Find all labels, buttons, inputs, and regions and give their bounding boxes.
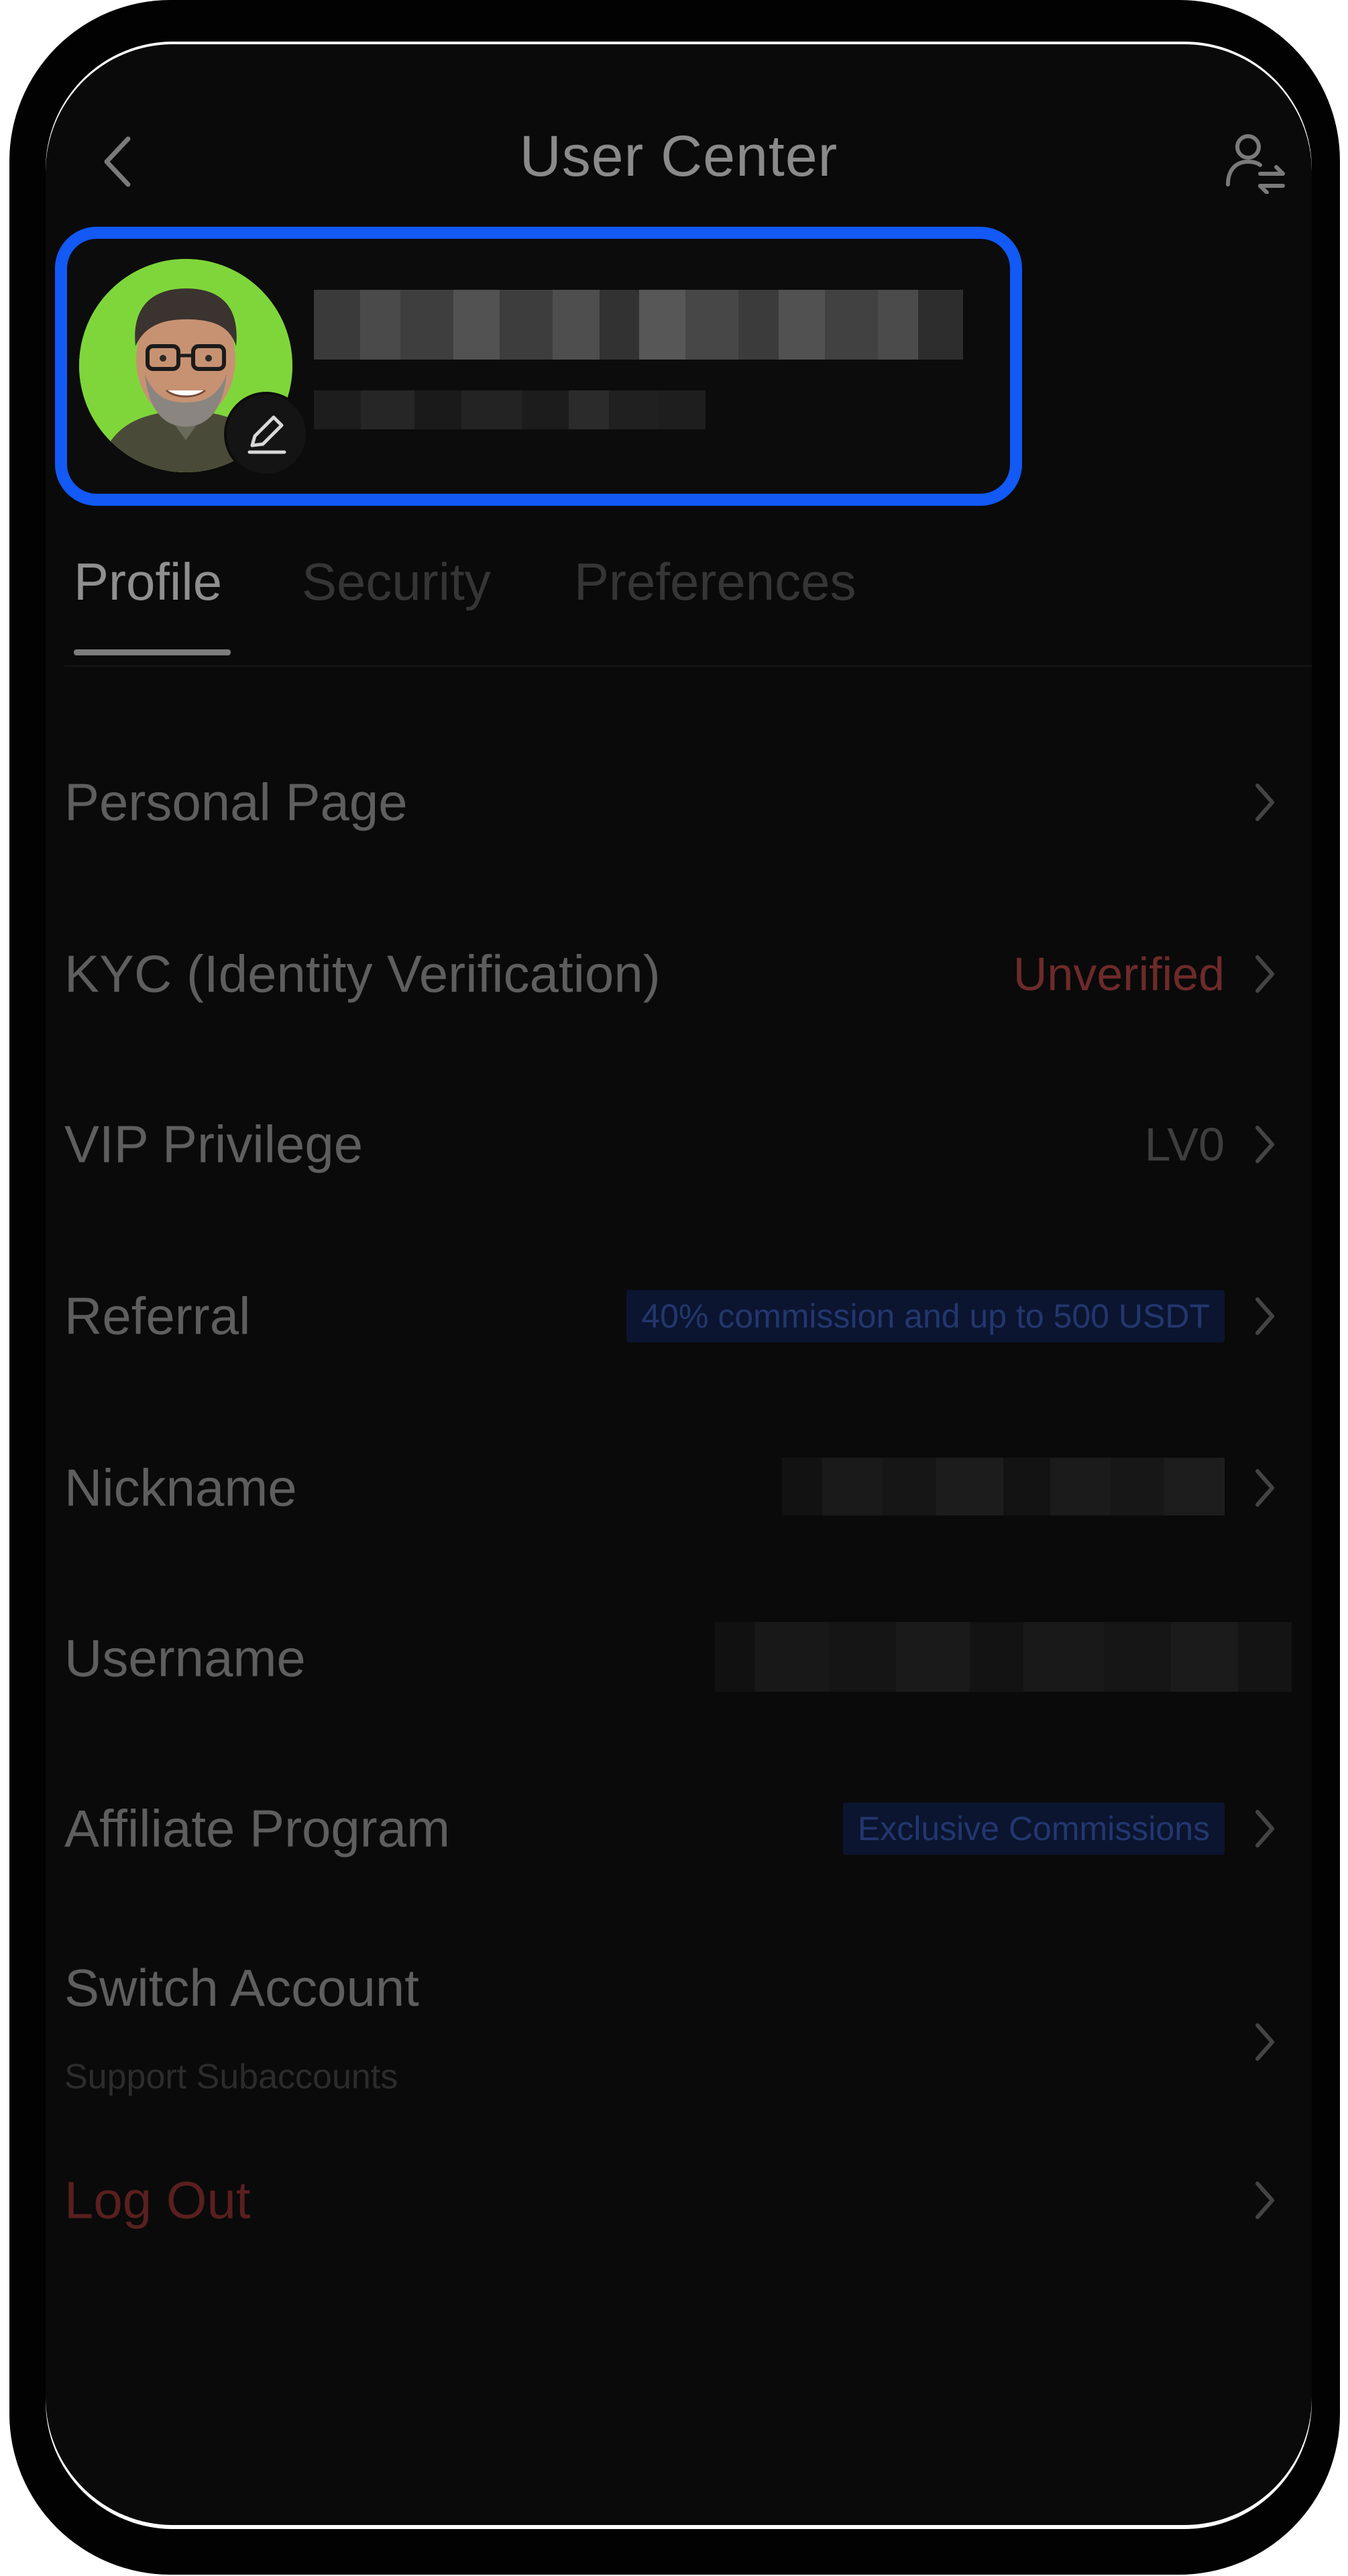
row-affiliate-program[interactable]: Affiliate Program Exclusive Commissions bbox=[64, 1762, 1278, 1896]
vip-level: LV0 bbox=[1144, 1118, 1225, 1171]
chevron-right-icon bbox=[1251, 2019, 1278, 2065]
row-username[interactable]: Username bbox=[64, 1591, 1292, 1725]
chevron-right-icon bbox=[1251, 2177, 1278, 2224]
side-button bbox=[9, 342, 24, 449]
tab-security[interactable]: Security bbox=[302, 551, 491, 612]
pencil-icon bbox=[247, 415, 286, 454]
kyc-label: KYC (Identity Verification) bbox=[64, 944, 661, 1004]
log-out-label: Log Out bbox=[64, 2170, 251, 2230]
tab-profile[interactable]: Profile bbox=[74, 551, 222, 612]
volume-down-button bbox=[9, 771, 24, 946]
tab-preferences[interactable]: Preferences bbox=[574, 551, 856, 612]
row-switch-account[interactable]: Switch Account Support Subaccounts bbox=[64, 1957, 1278, 2118]
referral-promo-badge: 40% commission and up to 500 USDT bbox=[626, 1290, 1225, 1342]
chevron-right-icon bbox=[1251, 1464, 1278, 1511]
phone-screen: User Center Profile Security Preferences… bbox=[46, 42, 1312, 2529]
row-kyc[interactable]: KYC (Identity Verification) Unverified bbox=[64, 907, 1278, 1041]
row-log-out[interactable]: Log Out bbox=[64, 2133, 1278, 2267]
user-switch-icon bbox=[1226, 134, 1285, 194]
profile-tabs: Profile Security Preferences bbox=[64, 551, 1312, 667]
redacted-username bbox=[715, 1622, 1305, 1692]
chevron-right-icon bbox=[1251, 1121, 1278, 1168]
active-tab-indicator bbox=[74, 649, 231, 655]
volume-up-button bbox=[9, 530, 24, 708]
app-screen: User Center Profile Security Preferences… bbox=[46, 44, 1312, 2525]
edit-avatar-button[interactable] bbox=[224, 392, 308, 476]
username-label: Username bbox=[64, 1628, 306, 1688]
row-nickname[interactable]: Nickname bbox=[64, 1421, 1278, 1555]
switch-account-label: Switch Account bbox=[64, 1958, 419, 2017]
chevron-right-icon bbox=[1251, 779, 1278, 826]
power-button bbox=[1324, 604, 1340, 906]
redacted-display-name bbox=[314, 290, 964, 360]
profile-card[interactable] bbox=[55, 227, 1022, 506]
switch-user-button[interactable] bbox=[1218, 125, 1292, 199]
page-title: User Center bbox=[519, 124, 838, 189]
chevron-right-icon bbox=[1251, 951, 1278, 998]
redacted-nickname bbox=[782, 1458, 1225, 1515]
personal-page-label: Personal Page bbox=[64, 772, 408, 832]
row-vip-privilege[interactable]: VIP Privilege LV0 bbox=[64, 1077, 1278, 1212]
row-referral[interactable]: Referral 40% commission and up to 500 US… bbox=[64, 1249, 1278, 1383]
affiliate-label: Affiliate Program bbox=[64, 1799, 451, 1858]
redacted-user-id bbox=[314, 390, 706, 429]
nickname-label: Nickname bbox=[64, 1458, 297, 1517]
kyc-status: Unverified bbox=[1013, 948, 1225, 1000]
affiliate-badge: Exclusive Commissions bbox=[842, 1803, 1225, 1855]
vip-label: VIP Privilege bbox=[64, 1114, 363, 1174]
chevron-right-icon bbox=[1251, 1293, 1278, 1340]
row-personal-page[interactable]: Personal Page bbox=[64, 735, 1278, 869]
phone-frame: User Center Profile Security Preferences… bbox=[9, 0, 1340, 2575]
referral-label: Referral bbox=[64, 1286, 251, 1346]
chevron-right-icon bbox=[1251, 1805, 1278, 1852]
switch-account-sublabel: Support Subaccounts bbox=[64, 2057, 398, 2096]
